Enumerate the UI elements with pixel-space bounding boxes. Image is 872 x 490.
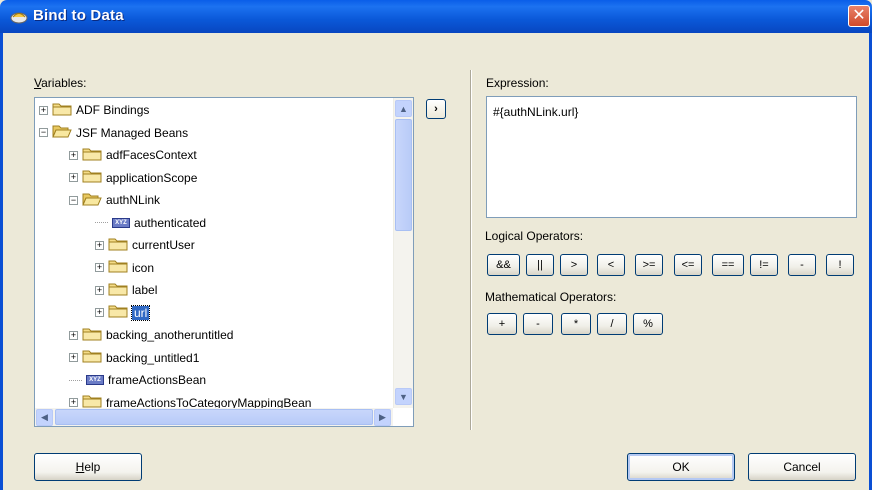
expand-icon[interactable]: + [69, 398, 78, 407]
folder-icon [108, 259, 132, 276]
math-operator-button[interactable]: + [487, 313, 517, 335]
logical-operator-button[interactable]: && [487, 254, 520, 276]
arrow-left-icon: ◀ [41, 412, 48, 422]
tree-item-label: currentUser [132, 238, 195, 252]
insert-into-expression-button[interactable]: › [426, 99, 446, 119]
folder-icon [108, 282, 132, 299]
math-operator-button[interactable]: / [597, 313, 627, 335]
close-button[interactable]: ✕ [848, 5, 870, 27]
variable-icon: XYZ [112, 217, 130, 228]
tree-item-label: backing_untitled1 [106, 350, 200, 365]
logical-operator-button[interactable]: < [597, 254, 625, 276]
tree-item[interactable]: − authNLink [69, 189, 160, 211]
scroll-up-button[interactable]: ▲ [395, 100, 412, 117]
app-icon [10, 12, 28, 24]
arrow-up-icon: ▲ [399, 103, 408, 114]
vertical-separator [470, 70, 472, 430]
logical-operator-button[interactable]: - [788, 254, 816, 276]
folder-icon [82, 147, 106, 164]
folder-icon [82, 169, 106, 186]
tree-item-label: ADF Bindings [76, 103, 150, 117]
tree-item[interactable]: + label [95, 279, 157, 301]
scroll-down-button[interactable]: ▼ [395, 388, 412, 405]
tree-item[interactable]: + icon [95, 257, 154, 279]
tree-item-label: icon [132, 260, 155, 275]
logical-operator-button[interactable]: >= [635, 254, 663, 276]
tree-connector [69, 379, 82, 381]
tree-item-label: adfFacesContext [106, 148, 197, 162]
expand-icon[interactable]: + [69, 173, 78, 182]
folder-icon [52, 102, 76, 119]
expand-icon[interactable]: + [39, 105, 48, 115]
arrow-down-icon: ▼ [399, 391, 408, 402]
scroll-right-button[interactable]: ▶ [374, 409, 391, 426]
tree-item-label: authNLink [106, 193, 161, 207]
expression-label: Expression: [486, 76, 549, 90]
horizontal-scroll-thumb[interactable] [55, 409, 373, 425]
close-icon: ✕ [852, 7, 866, 24]
vertical-scroll-thumb[interactable] [395, 119, 412, 231]
expression-textarea[interactable]: #{authNLink.url} [486, 96, 857, 218]
logical-operator-button[interactable]: != [750, 254, 778, 276]
folder-icon [82, 349, 106, 366]
folder-icon [108, 237, 132, 254]
tree-item[interactable]: + backing_anotheruntitled [69, 324, 233, 346]
collapse-icon[interactable]: − [39, 128, 48, 137]
expand-icon[interactable]: + [95, 308, 104, 317]
logical-operator-button[interactable]: == [712, 254, 744, 276]
scroll-left-button[interactable]: ◀ [36, 409, 53, 426]
tree-item-label: authenticated [134, 215, 207, 230]
tree-item[interactable]: XYZ frameActionsBean [69, 369, 206, 391]
variables-tree[interactable]: + ADF Bindings − JSF Managed Beans + adfFaces… [34, 97, 414, 427]
logical-operators-label: Logical Operators: [485, 229, 584, 243]
expand-icon[interactable]: + [69, 150, 78, 160]
expand-icon[interactable]: + [95, 240, 104, 250]
math-operator-button[interactable]: * [561, 313, 591, 335]
tree-item-label: JSF Managed Beans [76, 125, 189, 140]
expand-icon[interactable]: + [95, 285, 104, 295]
tree-item[interactable]: + backing_untitled1 [69, 347, 199, 369]
tree-vertical-scrollbar[interactable]: ▲ ▼ [393, 98, 413, 408]
tree-item[interactable]: + adfFacesContext [69, 144, 197, 166]
expand-icon[interactable]: + [69, 353, 78, 362]
window-frame-left [0, 33, 3, 490]
tree-item-label: applicationScope [106, 170, 198, 185]
logical-operator-button[interactable]: <= [674, 254, 702, 276]
folder-open-icon [82, 192, 106, 209]
folder-icon [82, 327, 106, 344]
tree-item[interactable]: + ADF Bindings [39, 99, 149, 121]
logical-operator-button[interactable]: || [526, 254, 554, 276]
window-title: Bind to Data [33, 7, 124, 24]
tree-item-label: backing_anotheruntitled [106, 328, 234, 342]
title-bar: Bind to Data ✕ [0, 0, 872, 33]
arrow-right-icon: ▶ [379, 412, 386, 422]
tree-item[interactable]: + currentUser [95, 234, 195, 256]
help-button[interactable]: Help [34, 453, 142, 481]
variable-icon: XYZ [86, 375, 104, 385]
folder-open-icon [52, 124, 76, 141]
tree-item[interactable]: XYZ authenticated [95, 212, 206, 234]
math-operator-button[interactable]: % [633, 313, 663, 335]
mathematical-operators-label: Mathematical Operators: [485, 290, 617, 304]
tree-item-label: url [130, 304, 151, 321]
logical-operator-button[interactable]: ! [826, 254, 854, 276]
tree-connector [95, 222, 108, 223]
tree-item-label: label [132, 283, 158, 297]
ok-button[interactable]: OK [627, 453, 735, 481]
folder-icon [108, 304, 132, 321]
cancel-button[interactable]: Cancel [748, 453, 856, 481]
expand-icon[interactable]: + [95, 263, 104, 272]
tree-item[interactable]: + applicationScope [69, 167, 197, 189]
tree-item-label: frameActionsBean [108, 373, 207, 387]
chevron-right-icon: › [434, 103, 438, 115]
tree-item[interactable]: + url [95, 302, 151, 324]
variables-label: Variables: [34, 76, 87, 90]
logical-operator-button[interactable]: > [560, 254, 588, 276]
expand-icon[interactable]: + [69, 330, 78, 340]
tree-item[interactable]: − JSF Managed Beans [39, 122, 188, 144]
collapse-icon[interactable]: − [69, 195, 78, 205]
tree-horizontal-scrollbar[interactable]: ◀ ▶ [35, 408, 393, 426]
math-operator-button[interactable]: - [523, 313, 553, 335]
